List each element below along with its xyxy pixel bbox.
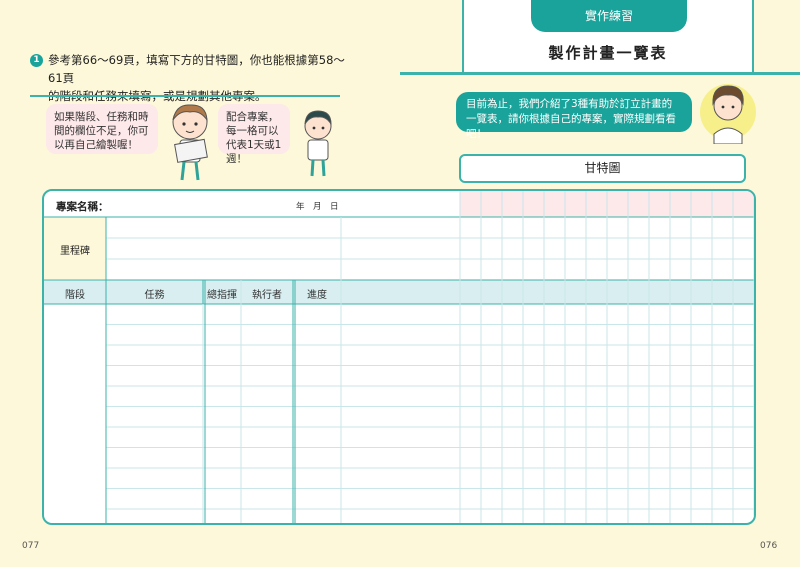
page-number-right: 076 [760, 541, 778, 551]
date-label: 年 月 日 [296, 202, 339, 212]
project-name-label: 專案名稱： [56, 201, 109, 213]
instruction-divider [30, 95, 340, 97]
column-executor: 執行者 [252, 290, 282, 301]
column-task: 任務 [144, 290, 165, 301]
column-director: 總指揮 [207, 290, 237, 301]
gantt-table: 專案名稱： 年 月 日 里程碑 階段 任務 總指揮 執行者 進度 [42, 189, 756, 525]
man-avatar-illustration [700, 84, 756, 144]
header-rule [400, 72, 800, 75]
section-tag: 實作練習 [531, 0, 687, 32]
boy-with-board-illustration [172, 104, 208, 181]
tip-bubble-right: 配合專案，每一格可以代表1天或1週！ [218, 104, 290, 165]
tip-bubble-left: 如果階段、任務和時間的欄位不足，你可以再自己繪製喔！ [46, 104, 158, 154]
instruction-line-1: 參考第66～69頁，填寫下方的甘特圖，你也能根據第58～61頁 [48, 53, 345, 85]
step-number-badge: 1 [30, 54, 43, 67]
gantt-grid [44, 191, 754, 523]
speech-bubble: 目前為止，我們介紹了3種有助於訂立計畫的一覽表，請你根據自己的專案，實際規劃看看… [456, 92, 692, 140]
milestone-label: 里程碑 [60, 246, 90, 257]
page-title: 製作計畫一覽表 [548, 44, 668, 62]
column-phase: 階段 [65, 290, 85, 301]
column-progress: 進度 [307, 290, 327, 301]
gantt-chart-title: 甘特圖 [459, 154, 746, 183]
boy-thinking-illustration [304, 110, 332, 177]
page-number-left: 077 [22, 541, 40, 551]
